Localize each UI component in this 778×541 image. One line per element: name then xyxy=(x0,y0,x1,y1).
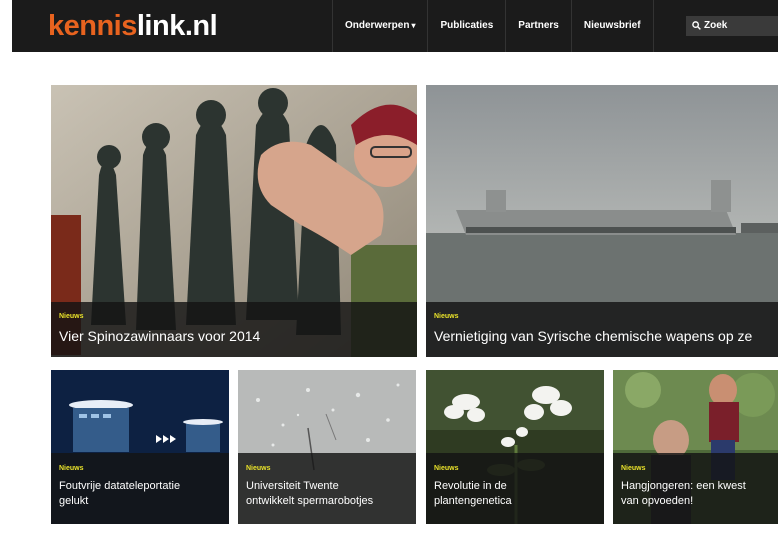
top-navigation-bar: kennislink.nl Onderwerpen ▾ Publicaties P… xyxy=(12,0,778,52)
nav-item-nieuwsbrief[interactable]: Nieuwsbrief xyxy=(570,0,654,52)
category-tag: Nieuws xyxy=(434,313,459,320)
card-caption: Nieuws Universiteit Twente ontwikkelt sp… xyxy=(238,453,416,524)
nav-item-label: Onderwerpen xyxy=(345,20,410,31)
card-caption: Nieuws Vernietiging van Syrische chemisc… xyxy=(426,302,778,357)
title-line: Revolutie in de xyxy=(434,480,507,492)
title-line: Universiteit Twente xyxy=(246,480,339,492)
article-title[interactable]: Vier Spinozawinnaars voor 2014 xyxy=(59,328,260,344)
main-nav: Onderwerpen ▾ Publicaties Partners Nieuws… xyxy=(332,0,654,52)
featured-article-card[interactable]: Nieuws Vier Spinozawinnaars voor 2014 xyxy=(51,85,417,357)
article-title[interactable]: Hangjongeren: een kwest van opvoeden! xyxy=(621,479,778,509)
card-caption: Nieuws Hangjongeren: een kwest van opvoe… xyxy=(613,453,778,524)
featured-article-card[interactable]: Nieuws Vernietiging van Syrische chemisc… xyxy=(426,85,778,357)
card-caption: Nieuws Vier Spinozawinnaars voor 2014 xyxy=(51,302,417,357)
category-tag: Nieuws xyxy=(621,465,646,472)
category-tag: Nieuws xyxy=(246,465,271,472)
article-card[interactable]: Nieuws Hangjongeren: een kwest van opvoe… xyxy=(613,370,778,524)
nav-item-label: Nieuwsbrief xyxy=(583,20,641,31)
card-caption: Nieuws Revolutie in de plantengenetica xyxy=(426,453,604,524)
card-caption: Nieuws Foutvrije datateleportatie gelukt xyxy=(51,453,229,524)
search-label: Zoek xyxy=(704,20,728,31)
logo-kennis: kennis xyxy=(48,10,137,42)
category-tag: Nieuws xyxy=(59,313,84,320)
title-line: plantengenetica xyxy=(434,495,512,507)
article-title[interactable]: Vernietiging van Syrische chemische wape… xyxy=(434,328,752,344)
nav-item-label: Publicaties xyxy=(440,20,494,31)
title-line: Foutvrije datateleportatie xyxy=(59,480,181,492)
article-title[interactable]: Foutvrije datateleportatie gelukt xyxy=(59,479,229,509)
nav-item-label: Partners xyxy=(518,20,559,31)
nav-item-partners[interactable]: Partners xyxy=(505,0,571,52)
article-card[interactable]: Nieuws Foutvrije datateleportatie gelukt xyxy=(51,370,229,524)
title-line: gelukt xyxy=(59,495,89,507)
site-logo[interactable]: kennislink.nl xyxy=(48,9,218,43)
search-box[interactable]: Zoek xyxy=(686,16,778,36)
article-title[interactable]: Universiteit Twente ontwikkelt spermarob… xyxy=(246,479,416,509)
title-line: van opvoeden! xyxy=(621,495,694,507)
title-line: ontwikkelt spermarobotjes xyxy=(246,495,374,507)
chevron-down-icon: ▾ xyxy=(411,21,416,30)
article-card[interactable]: Nieuws Universiteit Twente ontwikkelt sp… xyxy=(238,370,416,524)
category-tag: Nieuws xyxy=(59,465,84,472)
search-icon xyxy=(692,21,701,30)
nav-item-onderwerpen[interactable]: Onderwerpen ▾ xyxy=(332,0,427,52)
article-card[interactable]: Nieuws Revolutie in de plantengenetica xyxy=(426,370,604,524)
article-title[interactable]: Revolutie in de plantengenetica xyxy=(434,479,604,509)
category-tag: Nieuws xyxy=(434,465,459,472)
title-line: Hangjongeren: een kwest xyxy=(621,480,746,492)
nav-item-publicaties[interactable]: Publicaties xyxy=(427,0,505,52)
logo-link-nl: link.nl xyxy=(136,10,218,42)
